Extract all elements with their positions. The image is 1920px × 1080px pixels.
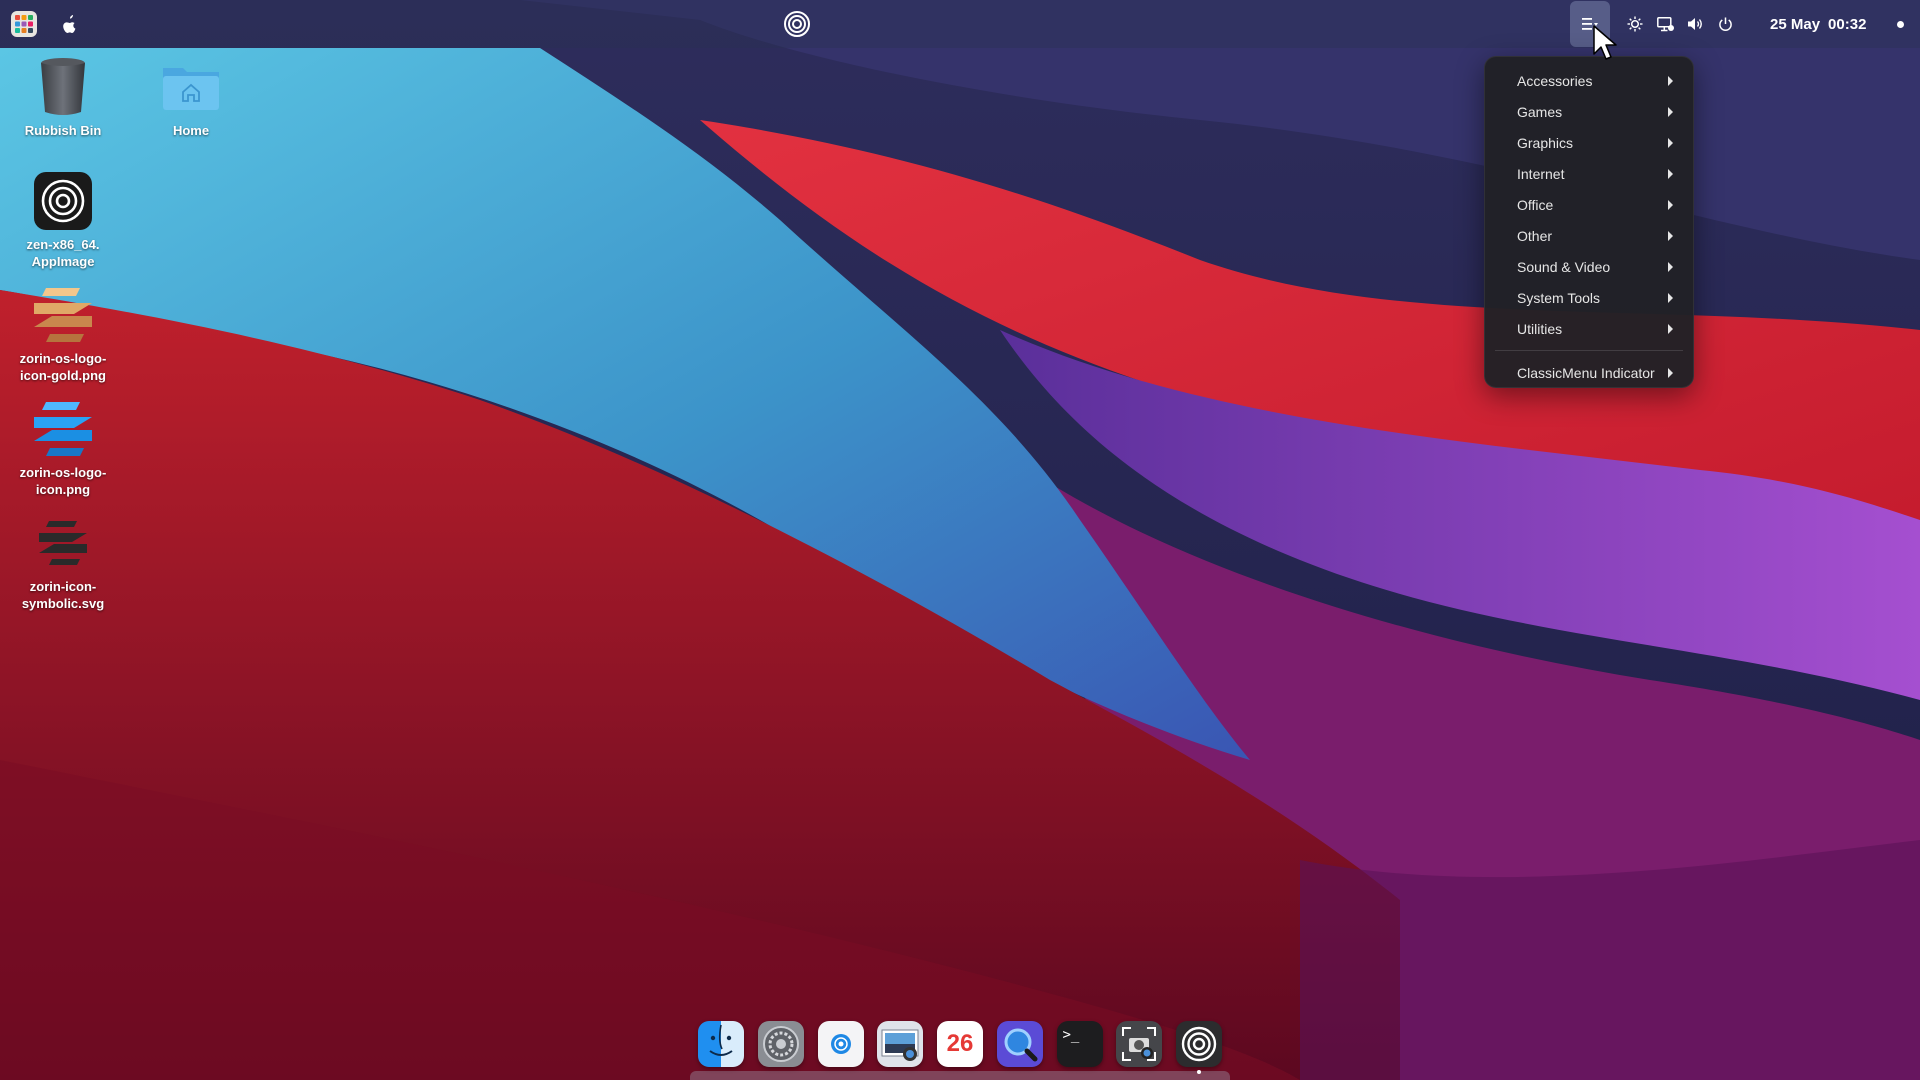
zen-browser-icon[interactable] xyxy=(782,0,812,48)
menu-item-internet[interactable]: Internet xyxy=(1485,158,1693,189)
search-app-icon[interactable] xyxy=(996,1021,1043,1067)
menu-item-label: Sound & Video xyxy=(1517,258,1611,275)
menu-item-label: Internet xyxy=(1517,165,1565,182)
desktop-icon-label: Rubbish Bin xyxy=(24,123,102,138)
submenu-arrow-icon xyxy=(1668,292,1673,303)
settings-icon[interactable] xyxy=(757,1021,804,1067)
desktop-icon-label: zorin-icon- symbolic.svg xyxy=(21,579,105,611)
zen-browser-icon[interactable] xyxy=(1176,1021,1222,1067)
volume-icon[interactable] xyxy=(1682,0,1708,48)
zorin-gold-icon xyxy=(32,284,94,346)
desktop-icon-label: Home xyxy=(172,123,210,138)
power-icon[interactable] xyxy=(1712,0,1738,48)
submenu-arrow-icon xyxy=(1668,261,1673,272)
menu-item-classicmenu-indicator[interactable]: ClassicMenu Indicator xyxy=(1485,357,1693,388)
dock: 26 >_ xyxy=(690,1016,1230,1074)
menu-separator xyxy=(1495,350,1683,351)
desktop-icon-zorin-gold[interactable]: zorin-os-logo- icon-gold.png xyxy=(8,284,118,384)
terminal-icon[interactable]: >_ xyxy=(1056,1021,1103,1067)
menu-item-office[interactable]: Office xyxy=(1485,189,1693,220)
calendar-day: 26 xyxy=(946,1030,974,1057)
clock[interactable]: 25 May 00:32 xyxy=(1770,0,1890,48)
trash-icon xyxy=(32,56,94,118)
submenu-arrow-icon xyxy=(1668,323,1673,334)
menu-item-label: Utilities xyxy=(1517,320,1563,337)
submenu-arrow-icon xyxy=(1668,199,1673,210)
notification-dot-icon[interactable] xyxy=(1893,0,1907,48)
desktop-icon-label: zorin-os-logo- icon.png xyxy=(19,465,107,497)
zen-appimage-icon xyxy=(32,170,94,232)
desktop-icon-zen-appimage[interactable]: zen-x86_64. AppImage xyxy=(8,170,118,270)
mouse-cursor-icon xyxy=(1593,25,1617,60)
submenu-arrow-icon xyxy=(1668,106,1673,117)
menu-item-label: Office xyxy=(1517,196,1554,213)
menu-item-label: Accessories xyxy=(1517,72,1593,89)
menu-item-sound-video[interactable]: Sound & Video xyxy=(1485,251,1693,282)
menu-item-games[interactable]: Games xyxy=(1485,96,1693,127)
display-icon[interactable] xyxy=(1652,0,1678,48)
desktop-icon-label: zorin-os-logo- icon-gold.png xyxy=(19,351,107,383)
clock-time: 00:32 xyxy=(1828,15,1867,33)
submenu-arrow-icon xyxy=(1668,137,1673,148)
desktop-icon-home[interactable]: Home xyxy=(136,56,246,139)
home-folder-icon xyxy=(160,56,222,118)
image-viewer-icon[interactable] xyxy=(877,1021,924,1067)
clock-date: 25 May xyxy=(1770,15,1821,33)
submenu-arrow-icon xyxy=(1668,168,1673,179)
terminal-prompt: >_ xyxy=(1062,1027,1080,1043)
desktop-icon-label: zen-x86_64. AppImage xyxy=(26,237,100,269)
menu-item-accessories[interactable]: Accessories xyxy=(1485,65,1693,96)
top-panel: 25 May 00:32 xyxy=(0,0,1920,48)
zorin-blue-icon xyxy=(32,398,94,460)
submenu-arrow-icon xyxy=(1668,230,1673,241)
apple-icon[interactable] xyxy=(58,0,82,48)
menu-item-system-tools[interactable]: System Tools xyxy=(1485,282,1693,313)
finder-icon[interactable] xyxy=(698,1021,744,1067)
menu-item-utilities[interactable]: Utilities xyxy=(1485,313,1693,344)
dock-background xyxy=(690,1071,1230,1080)
desktop-icon-zorin-blue[interactable]: zorin-os-logo- icon.png xyxy=(8,398,118,498)
desktop-icon-zorin-symbolic[interactable]: zorin-icon- symbolic.svg xyxy=(8,512,118,612)
menu-item-graphics[interactable]: Graphics xyxy=(1485,127,1693,158)
menu-item-label: Games xyxy=(1517,103,1563,120)
classicmenu-dropdown: Accessories Games Graphics Internet Offi… xyxy=(1484,56,1694,388)
calendar-icon[interactable]: 26 xyxy=(937,1021,983,1067)
running-indicator xyxy=(1197,1070,1201,1074)
apps-grid-icon[interactable] xyxy=(10,0,38,48)
menu-item-label: Other xyxy=(1517,227,1553,244)
browser-icon[interactable] xyxy=(817,1021,864,1067)
menu-item-label: Graphics xyxy=(1517,134,1574,151)
zorin-symbolic-icon xyxy=(32,512,94,574)
menu-item-label: ClassicMenu Indicator xyxy=(1517,364,1655,381)
screenshot-icon[interactable] xyxy=(1116,1021,1163,1067)
brightness-icon[interactable] xyxy=(1622,0,1648,48)
menu-item-label: System Tools xyxy=(1517,289,1600,306)
submenu-arrow-icon xyxy=(1668,75,1673,86)
submenu-arrow-icon xyxy=(1668,367,1673,378)
desktop-icon-rubbish-bin[interactable]: Rubbish Bin xyxy=(8,56,118,139)
menu-item-other[interactable]: Other xyxy=(1485,220,1693,251)
